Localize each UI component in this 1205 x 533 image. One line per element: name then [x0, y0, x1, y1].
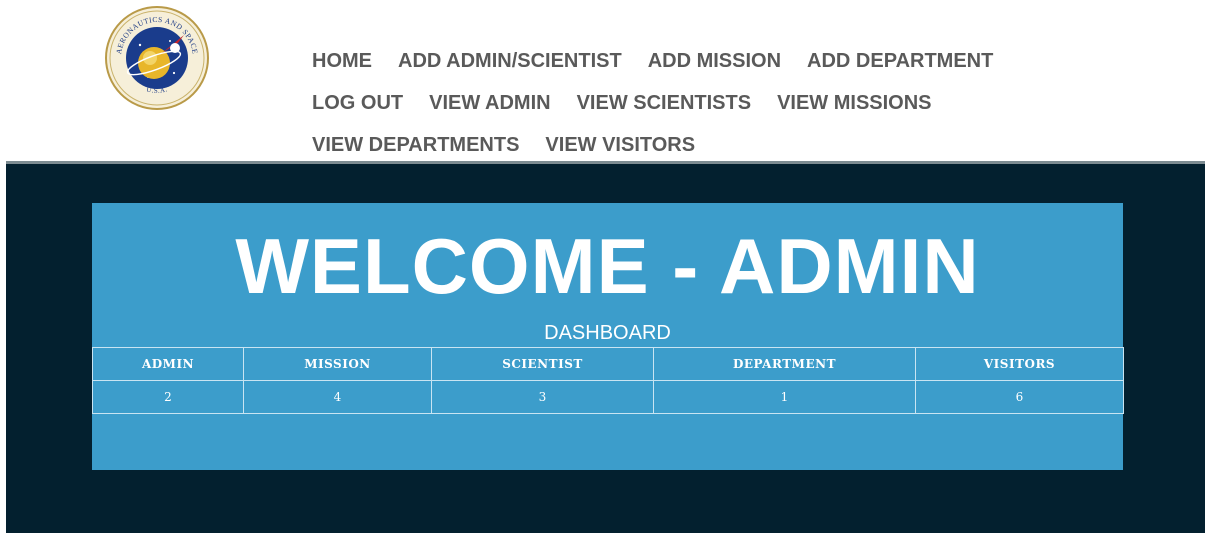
nav-add-department[interactable]: ADD DEPARTMENT	[807, 50, 993, 73]
nav-log-out[interactable]: LOG OUT	[312, 92, 403, 115]
admin-count: 2	[92, 380, 244, 414]
dashboard-panel: WELCOME - ADMIN DASHBOARD ADMIN MISSION …	[92, 203, 1124, 470]
nav-view-visitors[interactable]: VIEW VISITORS	[545, 134, 695, 157]
nav-view-missions[interactable]: VIEW MISSIONS	[777, 92, 931, 115]
column-header-visitors: VISITORS	[915, 347, 1124, 381]
dashboard-label: DASHBOARD	[544, 322, 671, 344]
nasa-seal-icon: AERONAUTICS AND SPACE U.S.A.	[105, 6, 209, 110]
main-navigation: HOME ADD ADMIN/SCIENTIST ADD MISSION ADD…	[312, 40, 1192, 166]
nasa-logo[interactable]: AERONAUTICS AND SPACE U.S.A.	[104, 5, 210, 111]
scientist-count: 3	[431, 380, 654, 414]
nav-row: LOG OUT VIEW ADMIN VIEW SCIENTISTS VIEW …	[312, 82, 1192, 124]
nav-row: VIEW DEPARTMENTS VIEW VISITORS	[312, 124, 1192, 166]
column-header-department: DEPARTMENT	[653, 347, 916, 381]
mission-count: 4	[243, 380, 432, 414]
visitors-count: 6	[915, 380, 1124, 414]
column-header-admin: ADMIN	[92, 347, 244, 381]
nav-home[interactable]: HOME	[312, 50, 372, 73]
nav-view-admin[interactable]: VIEW ADMIN	[429, 92, 550, 115]
nav-add-admin-scientist[interactable]: ADD ADMIN/SCIENTIST	[398, 50, 622, 73]
column-header-scientist: SCIENTIST	[431, 347, 654, 381]
stats-table: ADMIN MISSION SCIENTIST DEPARTMENT VISIT…	[92, 347, 1124, 414]
nav-view-departments[interactable]: VIEW DEPARTMENTS	[312, 134, 519, 157]
welcome-title: WELCOME - ADMIN	[235, 222, 980, 310]
table-header-row: ADMIN MISSION SCIENTIST DEPARTMENT VISIT…	[92, 347, 1124, 381]
department-count: 1	[653, 380, 916, 414]
header: AERONAUTICS AND SPACE U.S.A. HOME ADD AD…	[0, 0, 1205, 161]
nav-row: HOME ADD ADMIN/SCIENTIST ADD MISSION ADD…	[312, 40, 1192, 82]
column-header-mission: MISSION	[243, 347, 432, 381]
nav-view-scientists[interactable]: VIEW SCIENTISTS	[577, 92, 751, 115]
table-row: 2 4 3 1 6	[92, 380, 1124, 414]
nav-add-mission[interactable]: ADD MISSION	[648, 50, 781, 73]
